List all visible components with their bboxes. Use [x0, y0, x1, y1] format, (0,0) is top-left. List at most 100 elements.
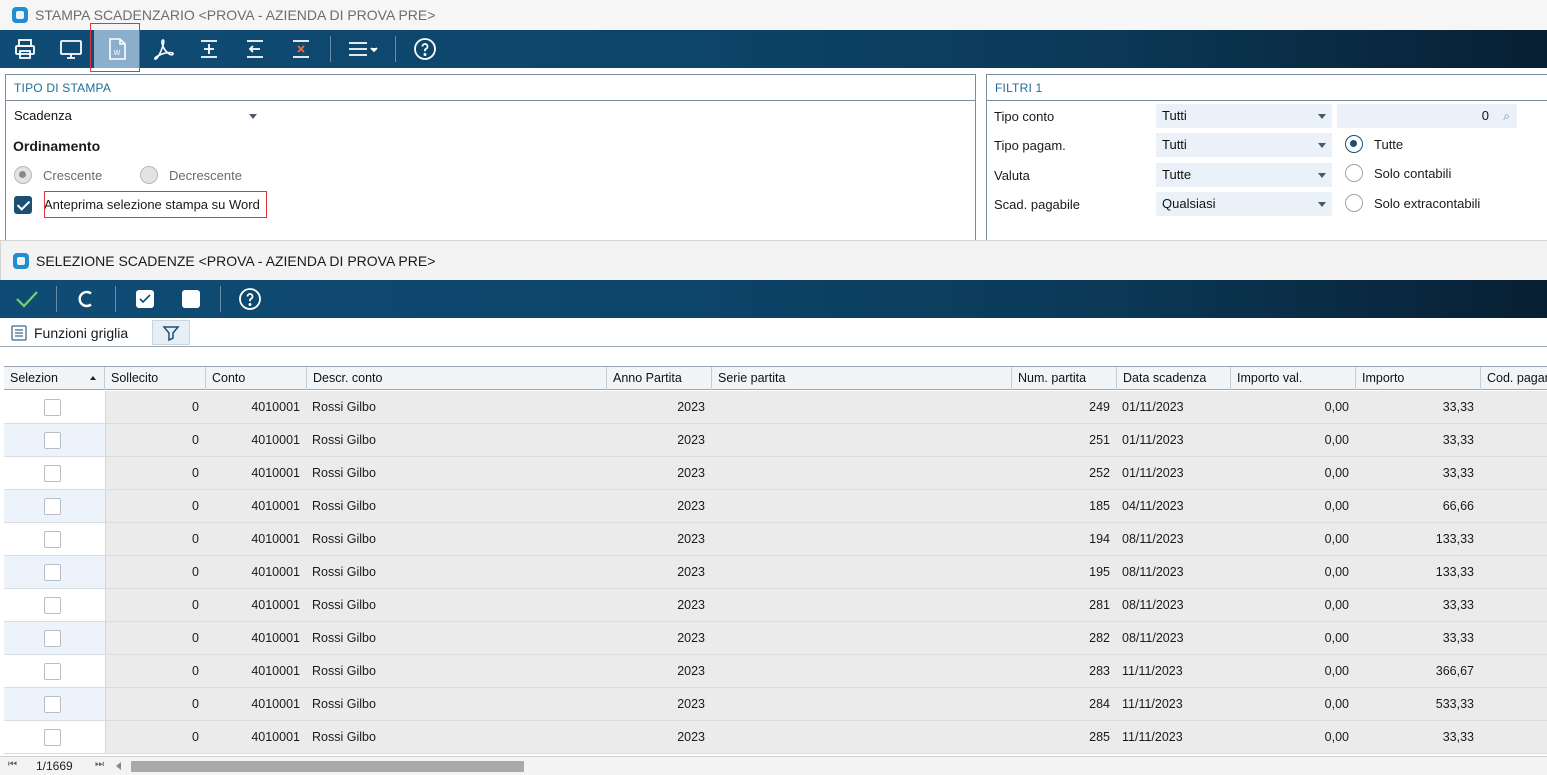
tipo-stampa-header: TIPO DI STAMPA — [6, 75, 975, 101]
crescente-radio[interactable] — [14, 166, 32, 184]
back-button[interactable] — [232, 30, 278, 68]
cell-importo: 133,33 — [1435, 565, 1474, 579]
add-icon — [201, 40, 217, 58]
cell-anno: 2023 — [677, 466, 705, 480]
filter-button[interactable] — [152, 320, 190, 345]
sort-asc-icon — [90, 376, 96, 380]
cell-data: 08/11/2023 — [1122, 565, 1184, 579]
row-select-checkbox[interactable] — [44, 564, 61, 581]
clear-button[interactable] — [63, 280, 109, 318]
valuta-select[interactable]: Tutte — [1156, 163, 1332, 187]
table-row[interactable]: 0 4010001 Rossi Gilbo 2023 252 01/11/2023 0,00… — [4, 457, 1547, 490]
grid-footer: ⏮ 1/1669 ⏭ — [0, 756, 1547, 775]
tipo-stampa-select[interactable]: Scadenza — [8, 104, 263, 128]
row-select-checkbox[interactable] — [44, 432, 61, 449]
check-icon — [16, 291, 38, 308]
cell-anno: 2023 — [677, 697, 705, 711]
select-all-button[interactable] — [122, 280, 168, 318]
cell-num: 282 — [1089, 631, 1110, 645]
first-record-icon[interactable]: ⏮ — [8, 759, 17, 770]
toolbar-separator — [115, 286, 116, 312]
deselect-all-button[interactable] — [168, 280, 214, 318]
cell-sollecito: 0 — [192, 499, 199, 513]
table-row[interactable]: 0 4010001 Rossi Gilbo 2023 195 08/11/2023 0,00… — [4, 556, 1547, 589]
close-icon — [293, 40, 309, 58]
col-header-conto[interactable]: Conto — [206, 367, 307, 390]
delete-button[interactable] — [278, 30, 324, 68]
tipo-conto-select[interactable]: Tutti — [1156, 104, 1332, 128]
add-button[interactable] — [186, 30, 232, 68]
scad-pagabile-select[interactable]: Qualsiasi — [1156, 192, 1332, 216]
col-header-importo-val[interactable]: Importo val. — [1231, 367, 1356, 390]
cell-anno: 2023 — [677, 433, 705, 447]
cell-importo-val: 0,00 — [1324, 697, 1349, 711]
row-select-checkbox[interactable] — [44, 630, 61, 647]
row-select-checkbox[interactable] — [44, 729, 61, 746]
col-header-sollecito[interactable]: Sollecito — [105, 367, 206, 390]
col-header-anno-partita[interactable]: Anno Partita — [607, 367, 712, 390]
horizontal-scrollbar[interactable] — [131, 761, 524, 772]
row-select-checkbox[interactable] — [44, 696, 61, 713]
decrescente-label: Decrescente — [169, 168, 242, 183]
row-select-checkbox[interactable] — [44, 465, 61, 482]
solo-contabili-radio[interactable] — [1345, 164, 1363, 182]
col-header-descr-conto[interactable]: Descr. conto — [307, 367, 607, 390]
table-row[interactable]: 0 4010001 Rossi Gilbo 2023 251 01/11/2023 0,00… — [4, 424, 1547, 457]
row-select-checkbox[interactable] — [44, 531, 61, 548]
funzioni-griglia-button[interactable]: Funzioni griglia — [10, 321, 128, 344]
cell-serie — [717, 424, 1010, 456]
table-row[interactable]: 0 4010001 Rossi Gilbo 2023 281 08/11/2023 0,00… — [4, 589, 1547, 622]
col-header-selezione[interactable]: Selezion — [4, 367, 105, 390]
menu-icon — [349, 42, 378, 56]
cell-descr: Rossi Gilbo — [312, 664, 376, 678]
col-header-num-partita[interactable]: Num. partita — [1012, 367, 1117, 390]
tutte-radio[interactable] — [1345, 135, 1363, 153]
cell-serie — [717, 457, 1010, 489]
cell-conto: 4010001 — [251, 532, 300, 546]
cell-descr: Rossi Gilbo — [312, 631, 376, 645]
col-header-cod-pagam[interactable]: Cod. pagam — [1481, 367, 1547, 390]
row-select-checkbox[interactable] — [44, 399, 61, 416]
search-icon[interactable]: ⌕ — [1503, 104, 1510, 128]
col-header-data-scadenza[interactable]: Data scadenza — [1117, 367, 1231, 390]
cell-data: 04/11/2023 — [1122, 499, 1184, 513]
chevron-down-icon — [1318, 114, 1326, 119]
cell-sollecito: 0 — [192, 598, 199, 612]
tipo-conto-code-field[interactable]: 0 ⌕ — [1337, 104, 1517, 128]
menu-button[interactable] — [337, 30, 389, 68]
cell-importo: 133,33 — [1435, 532, 1474, 546]
table-row[interactable]: 0 4010001 Rossi Gilbo 2023 282 08/11/2023 0,00… — [4, 622, 1547, 655]
cell-importo: 366,67 — [1435, 664, 1474, 678]
table-row[interactable]: 0 4010001 Rossi Gilbo 2023 185 04/11/2023 0,00… — [4, 490, 1547, 523]
help-button[interactable] — [227, 280, 273, 318]
decrescente-radio[interactable] — [140, 166, 158, 184]
confirm-button[interactable] — [4, 280, 50, 318]
cell-num: 195 — [1089, 565, 1110, 579]
toolbar-separator — [56, 286, 57, 312]
grid-functions-bar: Funzioni griglia — [0, 318, 1547, 347]
print-button[interactable] — [2, 30, 48, 68]
cell-num: 284 — [1089, 697, 1110, 711]
preview-screen-button[interactable] — [48, 30, 94, 68]
pdf-icon — [154, 39, 174, 60]
table-row[interactable]: 0 4010001 Rossi Gilbo 2023 283 11/11/2023 0,00… — [4, 655, 1547, 688]
scroll-left-icon[interactable] — [116, 762, 121, 770]
row-select-checkbox[interactable] — [44, 663, 61, 680]
solo-extracontabili-radio[interactable] — [1345, 194, 1363, 212]
tipo-pagam-select[interactable]: Tutti — [1156, 133, 1332, 157]
table-row[interactable]: 0 4010001 Rossi Gilbo 2023 194 08/11/2023 0,00… — [4, 523, 1547, 556]
anteprima-word-checkbox[interactable] — [14, 196, 32, 214]
help-button[interactable] — [402, 30, 448, 68]
table-row[interactable]: 0 4010001 Rossi Gilbo 2023 285 11/11/2023 0,00… — [4, 721, 1547, 754]
pdf-export-button[interactable] — [140, 30, 186, 68]
last-record-icon[interactable]: ⏭ — [95, 759, 104, 770]
row-select-checkbox[interactable] — [44, 597, 61, 614]
col-header-serie-partita[interactable]: Serie partita — [712, 367, 1012, 390]
back-icon — [247, 40, 263, 58]
row-select-checkbox[interactable] — [44, 498, 61, 515]
table-row[interactable]: 0 4010001 Rossi Gilbo 2023 284 11/11/2023 0,00… — [4, 688, 1547, 721]
cell-num: 252 — [1089, 466, 1110, 480]
col-header-importo[interactable]: Importo — [1356, 367, 1481, 390]
cell-importo-val: 0,00 — [1324, 466, 1349, 480]
table-row[interactable]: 0 4010001 Rossi Gilbo 2023 249 01/11/2023 0,00… — [4, 391, 1547, 424]
